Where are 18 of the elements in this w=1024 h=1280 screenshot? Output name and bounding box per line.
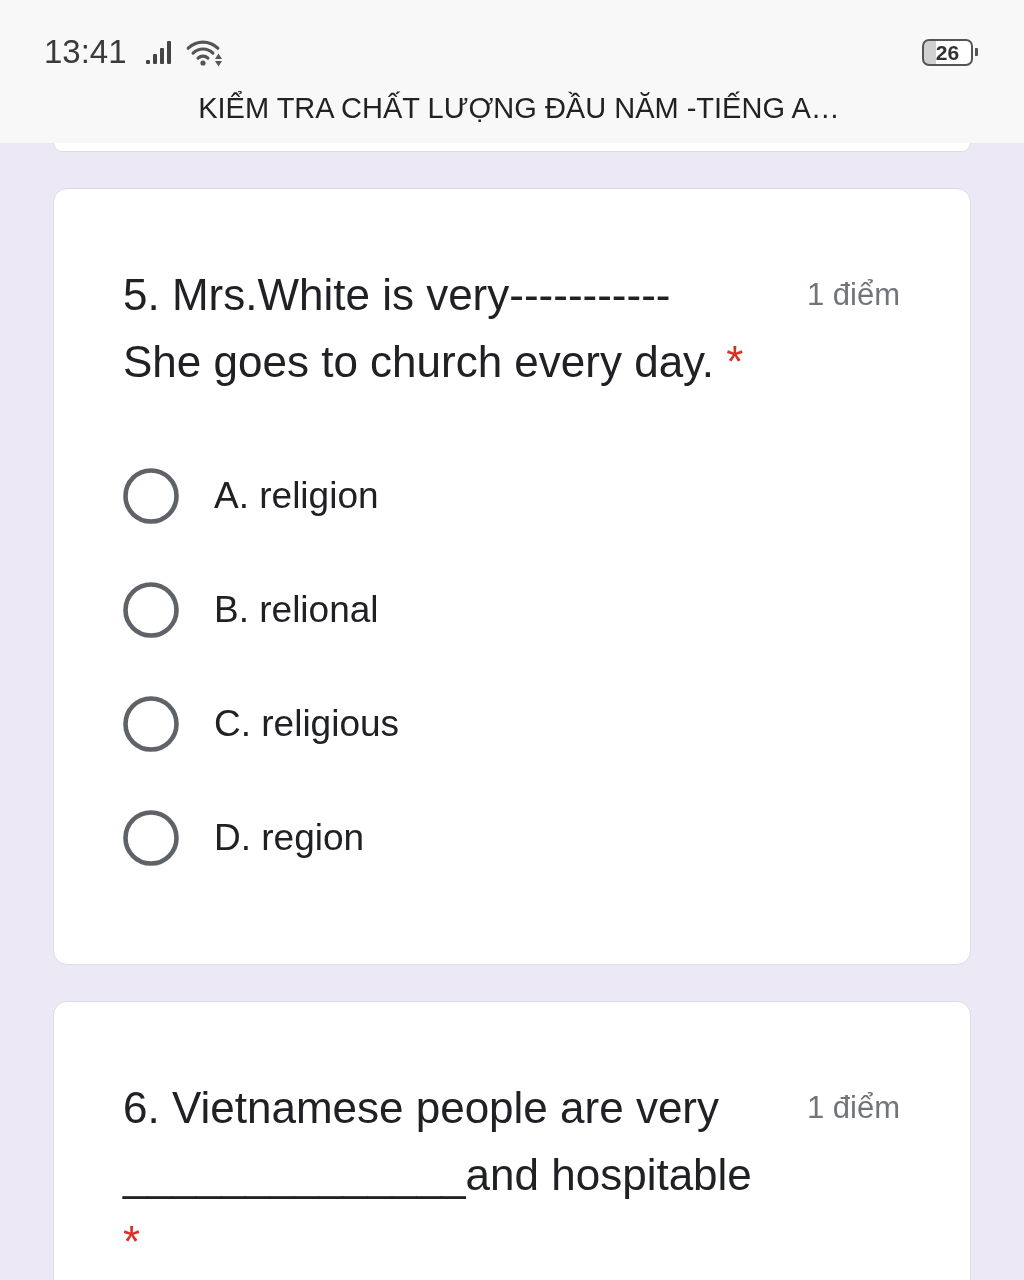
question-text: 5. Mrs.White is very----------- She goes to church every day. — [123, 270, 715, 386]
required-marker: * — [123, 1217, 141, 1266]
radio-button[interactable] — [123, 696, 179, 752]
option-label[interactable]: A. religion — [214, 471, 379, 521]
points-label: 1 điểm — [806, 276, 900, 314]
required-marker: * — [726, 337, 744, 386]
radio-button[interactable] — [123, 582, 179, 638]
question-text: 6. Vietnamese people are very ______________and hospitable — [123, 1083, 752, 1199]
status-time: 13:41 — [44, 32, 127, 72]
battery-indicator: 26 — [922, 38, 978, 66]
radio-button[interactable] — [123, 468, 179, 524]
option-label[interactable]: B. relional — [214, 585, 379, 635]
option-label[interactable]: C. religious — [214, 699, 400, 749]
radio-button[interactable] — [123, 810, 179, 866]
option-label[interactable]: D. region — [214, 813, 365, 863]
form-title: KIỂM TRA CHẤT LƯỢNG ĐẦU NĂM -TIẾNG A… — [198, 90, 840, 126]
points-label: 1 điểm — [806, 1089, 900, 1127]
signal-icon — [145, 40, 173, 64]
